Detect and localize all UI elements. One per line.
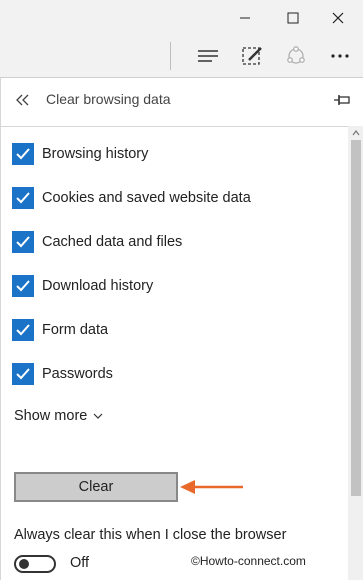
title-bar	[0, 0, 363, 35]
checkbox-cached-data[interactable]: Cached data and files	[12, 228, 182, 256]
toolbar-separator	[170, 42, 171, 70]
checkbox-form-data[interactable]: Form data	[12, 316, 108, 344]
scroll-up-icon[interactable]	[348, 126, 363, 140]
close-icon[interactable]	[318, 0, 358, 35]
more-icon[interactable]	[322, 39, 358, 73]
always-clear-label: Always clear this when I close the brows…	[14, 527, 287, 543]
clear-button[interactable]: Clear	[14, 472, 178, 502]
web-note-icon[interactable]	[234, 39, 270, 73]
checkbox-label: Form data	[42, 322, 109, 338]
minimize-icon[interactable]	[225, 0, 265, 35]
checkbox-checked-icon[interactable]	[12, 275, 34, 297]
share-icon[interactable]	[278, 39, 314, 73]
back-chevron-icon[interactable]	[11, 88, 35, 112]
watermark: ©Howto-connect.com	[191, 554, 306, 568]
checkbox-browsing-history[interactable]: Browsing history	[12, 140, 148, 168]
panel-header: Clear browsing data	[1, 78, 363, 122]
checkbox-label: Passwords	[42, 366, 113, 382]
checkbox-checked-icon[interactable]	[12, 143, 34, 165]
checkbox-checked-icon[interactable]	[12, 231, 34, 253]
scrollbar-thumb[interactable]	[351, 140, 361, 496]
panel-title: Clear browsing data	[46, 91, 171, 107]
checkbox-passwords[interactable]: Passwords	[12, 360, 113, 388]
checkbox-label: Browsing history	[42, 146, 149, 162]
always-clear-toggle[interactable]	[14, 555, 56, 573]
browser-toolbar	[0, 35, 363, 78]
checkbox-checked-icon[interactable]	[12, 319, 34, 341]
hub-icon[interactable]	[190, 39, 226, 73]
checkbox-cookies[interactable]: Cookies and saved website data	[12, 184, 251, 212]
checkbox-label: Cached data and files	[42, 234, 183, 250]
show-more-label: Show more	[14, 408, 88, 424]
toggle-knob	[19, 559, 29, 569]
header-divider	[1, 126, 363, 127]
checkbox-label: Cookies and saved website data	[42, 190, 251, 206]
scrollbar[interactable]	[348, 126, 363, 580]
show-more-link[interactable]: Show more	[14, 408, 103, 424]
checkbox-label: Download history	[42, 278, 154, 294]
checkbox-checked-icon[interactable]	[12, 187, 34, 209]
annotation-arrow-icon	[180, 480, 243, 494]
maximize-icon[interactable]	[273, 0, 313, 35]
clear-browsing-data-panel: Clear browsing data Browsing history Coo…	[0, 78, 363, 580]
chevron-down-icon	[93, 413, 103, 419]
pin-icon[interactable]	[330, 90, 354, 110]
toggle-state-label: Off	[70, 555, 90, 571]
checkbox-checked-icon[interactable]	[12, 363, 34, 385]
checkbox-download-history[interactable]: Download history	[12, 272, 153, 300]
